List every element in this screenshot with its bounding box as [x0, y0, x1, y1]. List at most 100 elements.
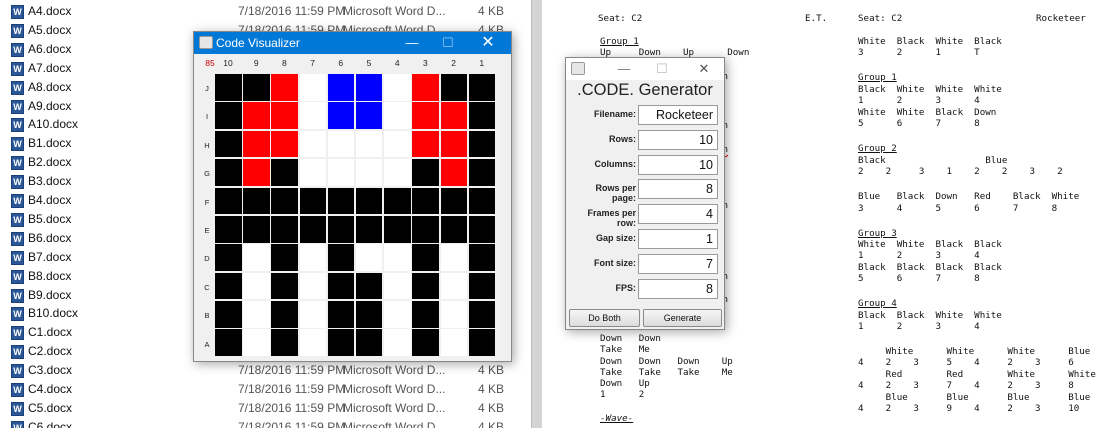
pixel-grid — [215, 74, 496, 357]
grid-cell — [215, 329, 242, 357]
field-input[interactable]: 10 — [638, 129, 718, 150]
column-label: 4 — [394, 58, 400, 68]
window-divider[interactable] — [531, 0, 542, 428]
grid-cell — [468, 159, 496, 186]
file-name: C5.docx — [28, 400, 73, 415]
grid-cell — [412, 301, 439, 328]
grid-cell — [243, 301, 270, 328]
minimize-icon[interactable]: — — [612, 60, 636, 78]
file-name: C4.docx — [28, 382, 73, 396]
word-doc-icon: W — [11, 61, 24, 76]
grid-cell — [440, 329, 467, 357]
doc-group-heading: Group 2 — [858, 143, 897, 154]
grid-cell — [271, 130, 298, 158]
doc-line: White White White Blue — [858, 346, 1091, 357]
grid-cell — [384, 329, 411, 357]
grid-cell — [327, 272, 355, 300]
file-name: B8.docx — [28, 268, 72, 283]
word-doc-icon: W — [11, 156, 24, 171]
grid-cell — [355, 159, 383, 186]
grid-cell — [355, 74, 383, 101]
word-doc-icon: W — [11, 345, 24, 360]
doc-line: Take Take Take Me — [600, 367, 733, 378]
row-label: D — [204, 254, 210, 264]
grid-cell — [299, 130, 327, 158]
grid-cell — [299, 74, 327, 101]
grid-cell — [355, 301, 383, 328]
grid-cell — [271, 301, 298, 328]
maximize-icon[interactable]: ☐ — [650, 60, 674, 78]
field-input[interactable]: 8 — [638, 179, 718, 200]
grid-cell — [243, 187, 270, 215]
grid-cell — [412, 187, 439, 215]
grid-cell — [327, 102, 355, 130]
doc-seat-header-2: Seat: C2 — [858, 13, 903, 24]
grid-cell — [215, 74, 242, 101]
grid-cell — [271, 102, 298, 130]
grid-cell — [271, 159, 298, 186]
maximize-icon[interactable]: ☐ — [436, 34, 460, 52]
do-both-button[interactable]: Do Both — [569, 309, 640, 327]
word-doc-icon: W — [11, 175, 24, 190]
doc-line: Down Down — [600, 333, 661, 344]
file-name: C6.docx — [28, 419, 73, 428]
field-input[interactable]: 10 — [638, 154, 718, 175]
grid-cell — [327, 187, 355, 215]
word-doc-icon: W — [11, 269, 24, 284]
grid-cell — [355, 272, 383, 300]
field-input[interactable]: 7 — [638, 253, 718, 274]
grid-cell — [468, 244, 496, 271]
field-input[interactable]: 4 — [638, 204, 718, 225]
grid-cell — [271, 187, 298, 215]
frame-number: 85 — [205, 58, 215, 68]
word-doc-icon: W — [11, 307, 24, 322]
grid-cell — [243, 159, 270, 186]
file-name: A5.docx — [28, 22, 72, 37]
column-label: 3 — [423, 58, 428, 68]
file-row[interactable]: W C3.docx 7/18/2016 11:59 PM Microsoft Word… — [0, 361, 531, 380]
field-input[interactable]: 8 — [638, 278, 718, 299]
grid-cell — [215, 244, 242, 271]
grid-cell — [440, 244, 467, 271]
word-doc-icon: W — [11, 42, 24, 57]
field-input[interactable]: 1 — [638, 229, 718, 249]
row-label: G — [204, 169, 210, 179]
visualizer-title: Code Visualizer — [216, 36, 300, 50]
file-row[interactable]: W C5.docx 7/18/2016 11:59 PM Microsoft Word… — [0, 399, 531, 418]
file-size: 4 KB — [477, 382, 504, 396]
file-name: A4.docx — [28, 4, 72, 18]
field-label: Rows: — [609, 133, 636, 144]
grid-cell — [355, 215, 383, 243]
grid-cell — [355, 329, 383, 357]
close-icon[interactable]: ✕ — [692, 60, 716, 78]
doc-show-name: Rocketeer — [1036, 13, 1086, 24]
file-row[interactable]: W A4.docx 7/18/2016 11:59 PM Microsoft Word… — [0, 2, 531, 21]
file-row[interactable]: W C6.docx 7/18/2016 11:59 PM Microsoft Word… — [0, 418, 531, 428]
grid-cell — [440, 272, 467, 300]
file-row[interactable]: W C4.docx 7/18/2016 11:59 PM Microsoft Word… — [0, 380, 531, 399]
generator-titlebar[interactable]: — ☐ ✕ — [566, 58, 724, 80]
grid-cell — [412, 74, 439, 101]
doc-line: White Black White Black — [858, 36, 1002, 47]
grid-cell — [215, 215, 242, 243]
generate-button[interactable]: Generate — [643, 309, 722, 327]
grid-cell — [327, 244, 355, 271]
grid-cell — [327, 329, 355, 357]
doc-group-heading: Group 4 — [858, 298, 897, 309]
grid-cell — [271, 329, 298, 357]
visualizer-titlebar[interactable]: Code Visualizer — ☐ ✕ — [194, 32, 511, 54]
doc-line: Black Blue — [858, 155, 1008, 166]
grid-cell — [412, 130, 439, 158]
grid-cell — [412, 272, 439, 300]
close-icon[interactable]: ✕ — [476, 34, 500, 52]
field-input[interactable]: Rocketeer — [638, 105, 718, 125]
doc-group-heading: Group 3 — [858, 228, 897, 239]
word-doc-icon: W — [11, 194, 24, 208]
file-type: Microsoft Word D... — [343, 400, 446, 415]
grid-cell — [440, 215, 467, 243]
minimize-icon[interactable]: — — [400, 34, 424, 52]
doc-line: Down Down Down Up — [600, 356, 733, 367]
column-label: 10 — [223, 58, 233, 68]
file-name: B3.docx — [28, 174, 72, 189]
column-label: 6 — [338, 58, 344, 68]
